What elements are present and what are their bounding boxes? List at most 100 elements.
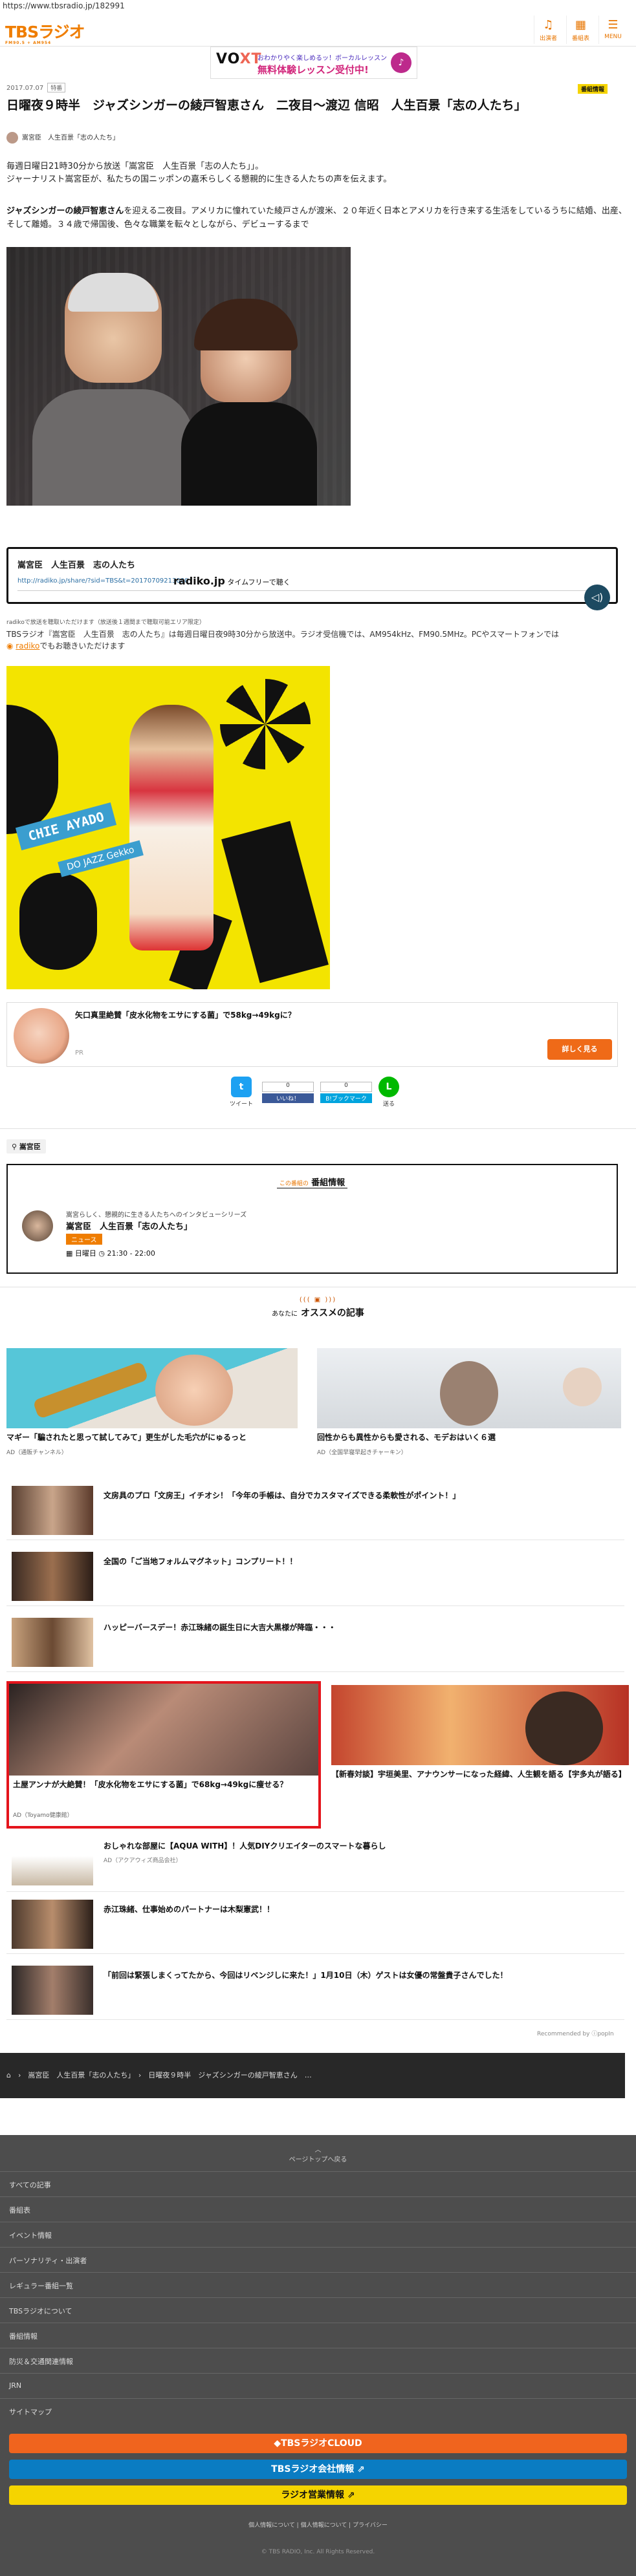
highlighted-recommend-card[interactable]: 土屋アンナが大絶賛！「皮水化物をエサにする菌」で68kg→49kgに痩せる？ A…	[6, 1681, 321, 1829]
corporate-info-button[interactable]: TBSラジオ会社情報 ⇗	[9, 2460, 627, 2479]
nav-schedule[interactable]: ▦ 番組表	[566, 16, 595, 44]
nav-menu[interactable]: ☰ MENU	[598, 16, 627, 44]
list-item[interactable]: 赤江珠緒、仕事始めのパートナーは木梨憲武！！	[6, 1894, 624, 1954]
list-item[interactable]: 「前回は緊張しまくってたから、今回はリベンジしに来た！」1月10日（木）ゲストは…	[6, 1960, 624, 2020]
breadcrumb-current: 日曜夜９時半 ジャズシンガーの綾戸智恵さん …	[148, 2071, 312, 2079]
footer-link[interactable]: 防災＆交通関連情報	[0, 2348, 636, 2373]
radiko-small-icon: ◉	[6, 641, 16, 650]
home-icon[interactable]: ⌂	[6, 2071, 11, 2079]
author-line[interactable]: 嵩宮臣 人生百景「志の人たち」	[6, 132, 119, 145]
article-paragraph: ジャズシンガーの綾戸智恵さんを迎える二夜目。アメリカに憧れていた綾戸さんが渡米、…	[6, 206, 627, 230]
tweet-button[interactable]: t ツイート	[230, 1077, 253, 1108]
list-thumb	[12, 1836, 93, 1885]
tbs-cloud-button[interactable]: ◆TBSラジオCLOUD	[9, 2434, 627, 2453]
native-ad[interactable]: 矢口真里絶賛「皮水化物をエサにする菌」で58kg→49kgに？ PR 詳しく見る	[6, 1002, 618, 1067]
chevron-up-icon: ︿	[314, 2147, 322, 2154]
program-avatar	[22, 1210, 53, 1241]
footer-link[interactable]: レギュラー番組一覧	[0, 2272, 636, 2297]
ad-avatar	[14, 1008, 69, 1064]
radio-waves-icon: ((( ▣ )))	[299, 1296, 337, 1304]
footer-link[interactable]: パーソナリティ・出演者	[0, 2247, 636, 2272]
site-header: TBSラジオ FM90.5 + AM954 ♫ 出演者 ▦ 番組表 ☰ MENU	[0, 12, 636, 47]
footer-small-links[interactable]: 個人情報について | 個人情報について | プライバシー	[0, 2520, 636, 2529]
line-icon: L	[378, 1077, 399, 1097]
album-cover: CHIE AYADO DO JAZZ Gekko	[6, 666, 330, 989]
article-lead: 毎週日曜日21時30分から放送「嵩宮臣 人生百景「志の人たち」」。 ジャーナリス…	[6, 162, 392, 184]
ad-text[interactable]: 矢口真里絶賛「皮水化物をエサにする菌」で58kg→49kgに？	[75, 1009, 296, 1020]
footer-link[interactable]: JRN	[0, 2373, 636, 2398]
program-subtitle: 嵩宮らしく、懇親的に生きる人たちへのインタビューシリーズ	[66, 1212, 247, 1219]
divider	[0, 1128, 636, 1129]
article-tag: 特番	[47, 83, 66, 92]
calendar-icon: ▦	[66, 1249, 75, 1258]
banner-note-icon: ♪	[391, 52, 411, 73]
author-avatar	[6, 132, 18, 144]
ad-detail-button[interactable]: 詳しく見る	[547, 1039, 612, 1060]
list-thumb	[12, 1966, 93, 2015]
footer-link[interactable]: 番組情報	[0, 2323, 636, 2348]
list-item[interactable]: おしゃれな部屋に【AQUA WITH】！人気DIYクリエイターのスマートな暮らし…	[6, 1831, 624, 1892]
menu-icon: ☰	[608, 18, 619, 32]
sales-info-button[interactable]: ラジオ営業情報 ⇗	[9, 2485, 627, 2505]
list-thumb	[12, 1552, 93, 1601]
list-thumb	[12, 1486, 93, 1535]
banner-line2: 無料体験レッスン受付中!	[258, 64, 369, 76]
footer-link[interactable]: すべての記事	[0, 2171, 636, 2196]
share-bar: t ツイート 0 いいね！ 0 B!ブックマーク L 送る	[223, 1077, 417, 1115]
radiko-title: 嵩宮臣 人生百景 志の人たち	[17, 561, 136, 570]
program-info-box[interactable]: この番組の 番組情報 嵩宮らしく、懇親的に生きる人たちへのインタビューシリーズ …	[6, 1164, 618, 1274]
article-title: 日曜夜９時半 ジャズシンガーの綾戸智恵さん 二夜目〜渡辺 信昭 人生百景「志の人…	[6, 98, 527, 113]
list-thumb	[12, 1900, 93, 1949]
radiko-url[interactable]: http://radiko.jp/share/?sid=TBS&t=201707…	[17, 577, 188, 585]
keyword-tag[interactable]: ⚲ 嵩宮臣	[6, 1139, 46, 1154]
facebook-icon: いいね！	[262, 1093, 314, 1103]
category-badge[interactable]: 番組情報	[578, 84, 608, 94]
radiko-timefree-link[interactable]: radiko.jp タイムフリーで聴く	[173, 575, 291, 587]
list-item[interactable]: 全国の「ご当地フォルムマグネット」コンプリート！！	[6, 1547, 624, 1606]
hatena-icon: B!ブックマーク	[320, 1093, 372, 1103]
card-image	[9, 1684, 318, 1776]
list-item[interactable]: 文房具のプロ「文房王」イチオシ！「今年の手帳は、自分でカスタマイズできる柔軟性が…	[6, 1481, 624, 1540]
footer-link[interactable]: 番組表	[0, 2196, 636, 2222]
twitter-icon: t	[231, 1077, 252, 1097]
list-thumb	[12, 1618, 93, 1667]
page-top-link[interactable]: ︿ ページトップへ戻る	[0, 2144, 636, 2163]
nav-performers[interactable]: ♫ 出演者	[534, 16, 562, 44]
radiko-player[interactable]: 嵩宮臣 人生百景 志の人たち http://radiko.jp/share/?s…	[6, 547, 618, 610]
program-time: ▦ 日曜日 ◷ 21:30 - 22:00	[66, 1249, 155, 1258]
footer: ︿ ページトップへ戻る すべての記事 番組表 イベント情報 パーソナリティ・出演者…	[0, 2135, 636, 2576]
copyright: © TBS RADIO, Inc. All Rights Reserved.	[261, 2549, 375, 2555]
program-name[interactable]: 嵩宮臣 人生百景「志の人たち」	[66, 1219, 192, 1232]
banner-line1: おわかりやく楽しめるッ！ボーカルレッスン	[258, 55, 387, 62]
recommend-heading: ((( ▣ ))) あなたに オススメの記事	[0, 1296, 636, 1319]
footer-link[interactable]: サイトマップ	[0, 2398, 636, 2423]
radiko-note: radikoで放送を聴取いただけます（放送後１週間まで聴取可能エリア限定） TB…	[6, 619, 560, 650]
recommend-card[interactable]: 回性からも異性からも愛される、モデおはいく６選 AD（全国早寝早起きチャーキン）	[317, 1348, 621, 1458]
radiko-progress[interactable]	[17, 590, 587, 591]
mic-icon: ♫	[543, 18, 554, 32]
recommended-by[interactable]: Recommended by ⓘpopIn	[537, 2029, 614, 2037]
breadcrumb: ⌂ › 嵩宮臣 人生百景「志の人たち」 › 日曜夜９時半 ジャズシンガーの綾戸智…	[0, 2053, 625, 2098]
article-meta: 2017.07.07 特番	[6, 83, 66, 92]
breadcrumb-program[interactable]: 嵩宮臣 人生百景「志の人たち」	[28, 2071, 131, 2079]
url-bar[interactable]: https://www.tbsradio.jp/182991	[0, 0, 636, 12]
recommend-card[interactable]: 【新春対談】宇垣美里、アナウンサーになった経緯、人生観を語る【宇多丸が語る】	[331, 1685, 629, 1829]
recommend-card[interactable]: マギー「騙されたと思って試してみて」更生がした毛穴がにゅるっと AD（通販チャン…	[6, 1348, 298, 1458]
facebook-like-button[interactable]: 0 いいね！	[262, 1077, 314, 1103]
site-logo[interactable]: TBSラジオ FM90.5 + AM954	[5, 19, 85, 45]
line-button[interactable]: L 送る	[378, 1077, 399, 1108]
footer-link[interactable]: イベント情報	[0, 2222, 636, 2247]
speaker-icon[interactable]: ◁)	[584, 585, 610, 610]
ad-pr-label: PR	[75, 1049, 83, 1057]
banner-logo: VOXT	[216, 51, 262, 67]
footer-link[interactable]: TBSラジオについて	[0, 2297, 636, 2323]
guest-photo	[6, 247, 351, 506]
schedule-icon: ▦	[575, 18, 586, 32]
radiko-link[interactable]: radiko	[16, 641, 39, 650]
list-item[interactable]: ハッピーバースデー！赤江珠緒の誕生日に大吉大黒様が降臨・・・	[6, 1613, 624, 1672]
program-genre-badge: ニュース	[66, 1234, 102, 1245]
program-info-heading: この番組の 番組情報	[8, 1175, 617, 1188]
ad-banner[interactable]: VOXT おわかりやく楽しめるッ！ボーカルレッスン 無料体験レッスン受付中! ♪	[210, 47, 417, 79]
search-icon: ⚲	[12, 1143, 19, 1151]
hatena-button[interactable]: 0 B!ブックマーク	[320, 1077, 372, 1103]
